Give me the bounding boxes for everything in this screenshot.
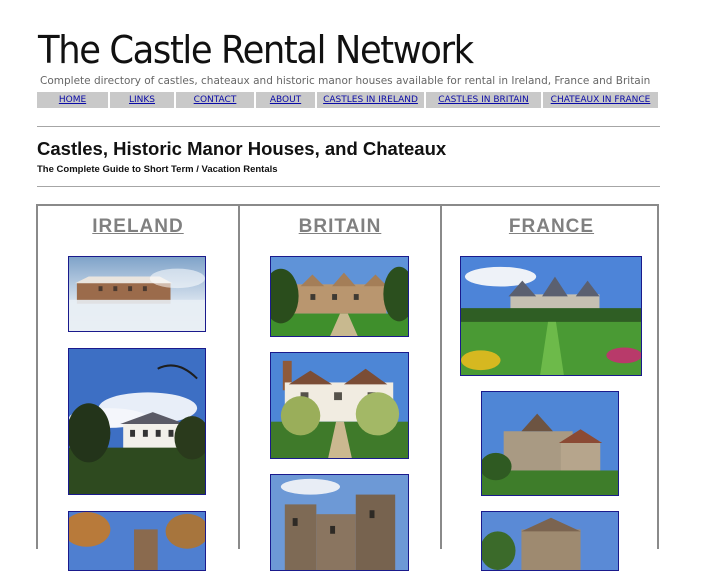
content-divider [37, 186, 660, 187]
region-heading-ireland[interactable]: IRELAND [38, 216, 238, 238]
chateau-with-gardens-photo[interactable] [460, 256, 642, 376]
region-column-ireland: IRELAND [38, 206, 240, 571]
white-country-house-photo[interactable] [68, 348, 206, 495]
nav-chateaux-france-link[interactable]: CHATEAUX IN FRANCE [543, 92, 658, 108]
nav-about-link[interactable]: ABOUT [256, 92, 317, 108]
region-heading-france[interactable]: FRANCE [442, 216, 661, 238]
page-heading: Castles, Historic Manor Houses, and Chat… [37, 138, 447, 159]
site-subtitle: Complete directory of castles, chateaux … [40, 75, 651, 87]
nav-castles-britain-link[interactable]: CASTLES IN BRITAIN [426, 92, 543, 108]
page-subheading: The Complete Guide to Short Term / Vacat… [37, 164, 278, 175]
region-heading-britain[interactable]: BRITAIN [240, 216, 440, 238]
stone-chateau-photo[interactable] [481, 511, 619, 571]
hilltop-chateau-photo[interactable] [481, 391, 619, 496]
region-column-britain: BRITAIN [240, 206, 442, 571]
tower-house-photo[interactable] [68, 511, 206, 571]
nav-castles-ireland-link[interactable]: CASTLES IN IRELAND [317, 92, 426, 108]
nav-home-link[interactable]: HOME [37, 92, 110, 108]
regions-table: IRELAND BRITAIN FRANCE [36, 204, 661, 571]
stone-castle-photo[interactable] [270, 474, 409, 571]
nav-links-link[interactable]: LINKS [110, 92, 176, 108]
misty-manor-house-photo[interactable] [68, 256, 206, 332]
nav-contact-link[interactable]: CONTACT [176, 92, 256, 108]
site-title: The Castle Rental Network [38, 28, 474, 72]
header-divider [37, 126, 660, 127]
gabled-manor-photo[interactable] [270, 256, 409, 337]
manor-with-garden-path-photo[interactable] [270, 352, 409, 459]
region-column-france: FRANCE [442, 206, 661, 571]
main-nav: HOME LINKS CONTACT ABOUT CASTLES IN IREL… [37, 92, 658, 108]
